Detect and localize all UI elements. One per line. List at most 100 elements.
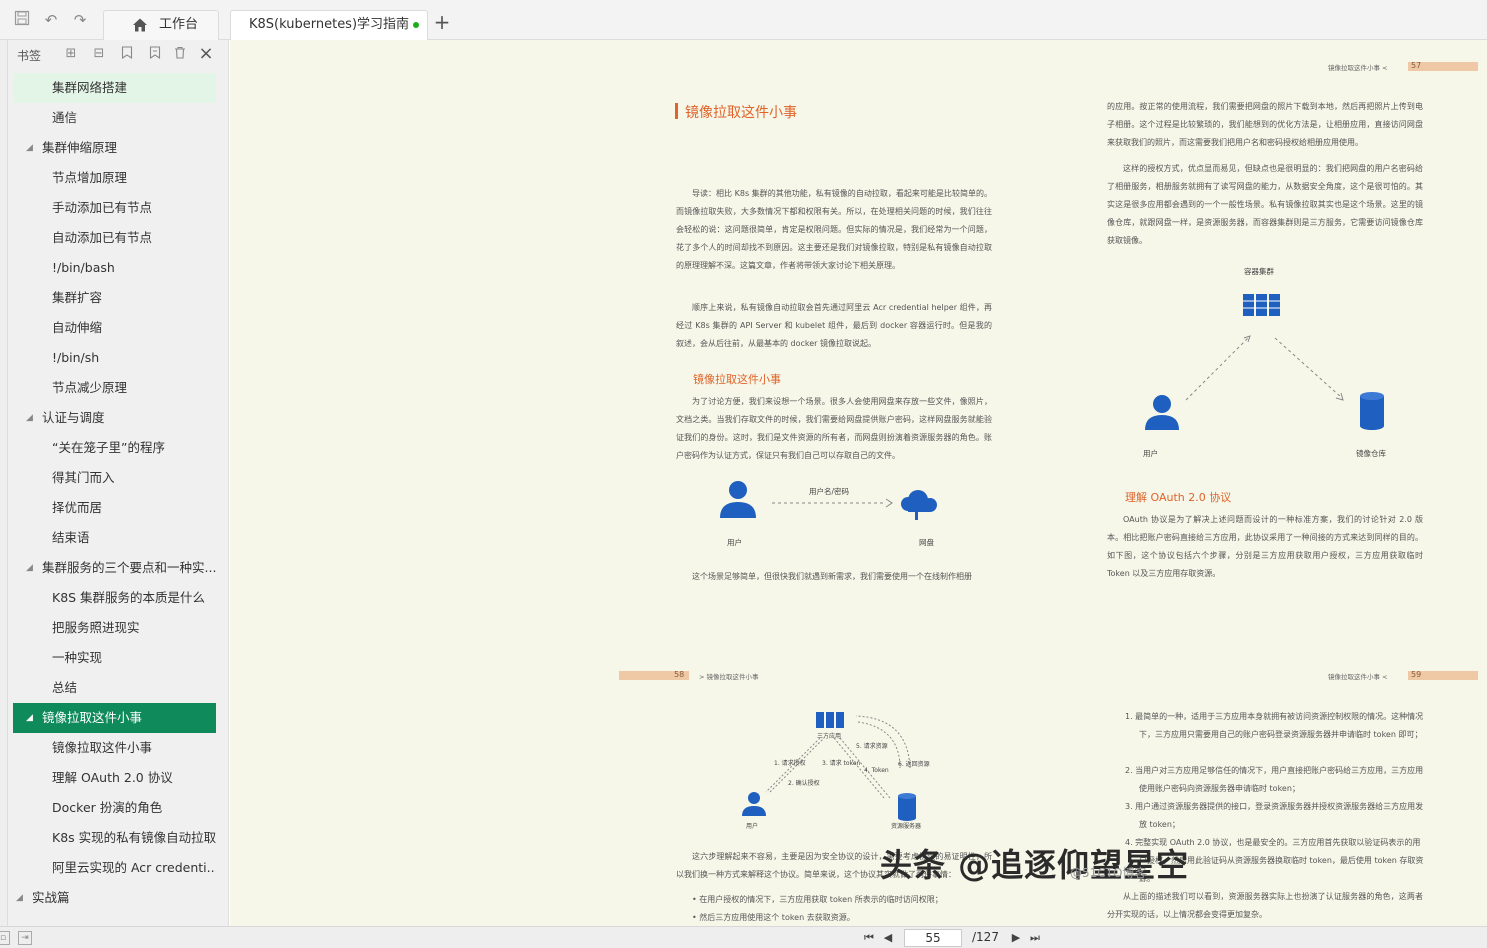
save-icon[interactable]: [12, 10, 32, 30]
sidebar-item[interactable]: 总结: [13, 673, 216, 703]
expand-triangle-icon[interactable]: ◢: [26, 403, 33, 433]
running-title-text: 镜像拉取这件小事: [706, 673, 759, 681]
sidebar-item[interactable]: Docker 扮演的角色: [13, 793, 216, 823]
sidebar-item[interactable]: 节点增加原理: [13, 163, 216, 193]
expand-triangle-icon[interactable]: ◢: [16, 883, 23, 913]
sidebar-item[interactable]: ◢ 集群服务的三个要点和一种实...: [13, 553, 216, 583]
sidebar-item[interactable]: !/bin/bash: [13, 253, 216, 283]
undo-icon[interactable]: ↶: [41, 10, 61, 30]
sidebar-item[interactable]: 节点减少原理: [13, 373, 216, 403]
sidebar-item[interactable]: 集群扩容: [13, 283, 216, 313]
section-title: 理解 OAuth 2.0 协议: [1125, 491, 1232, 504]
sidebar-item-label: 镜像拉取这件小事: [42, 710, 143, 725]
intro-paragraph: 顺序上来说，私有镜像自动拉取会首先通过阿里云 Acr credential he…: [676, 303, 992, 348]
page-number: 59: [1411, 670, 1422, 679]
body-paragraph: OAuth 协议是为了解决上述问题而设计的一种标准方案，我们的讨论针对 2.0 …: [1107, 515, 1423, 578]
body-paragraph: 这个场景足够简单，但很快我们就遇到新需求，我们需要使用一个在线制作相册: [692, 572, 972, 581]
sidebar-item[interactable]: !/bin/sh: [13, 343, 216, 373]
sidebar-item-label: 集群伸缩原理: [42, 140, 118, 155]
sidebar-title: 书签: [17, 49, 42, 63]
sidebar-item-label: 集群网络搭建: [52, 80, 128, 95]
sidebar-item[interactable]: 集群网络搭建: [13, 73, 216, 103]
sidebar-header: 书签 ⊞ ⊟ ×: [8, 40, 229, 70]
diagram-user-label: 用户: [1143, 449, 1158, 458]
sidebar-item[interactable]: 自动伸缩: [13, 313, 216, 343]
running-title-text: 镜像拉取这件小事: [1328, 673, 1380, 681]
first-page-icon[interactable]: ⏮: [862, 931, 876, 945]
sidebar-item[interactable]: ◢ 集群伸缩原理: [13, 133, 216, 163]
list-item: 2. 当用户对三方应用足够信任的情况下，用户直接把账户密码给三方应用，三方应用使…: [1125, 766, 1424, 793]
close-sidebar-icon[interactable]: ×: [198, 45, 214, 63]
sidebar-item[interactable]: 把服务照进现实: [13, 613, 216, 643]
collapse-all-icon[interactable]: ⊟: [91, 46, 107, 62]
last-page-icon[interactable]: ⏭: [1028, 931, 1042, 945]
document-view[interactable]: 镜像拉取这件小事 导读：相比 K8s 集群的其他功能，私有镜像的自动拉取，看起来…: [230, 40, 1487, 926]
page-number-input[interactable]: 55: [904, 929, 962, 947]
sidebar-item[interactable]: ◢ 实战篇: [13, 883, 216, 913]
sidebar-item-active[interactable]: ◢ 镜像拉取这件小事: [13, 703, 216, 733]
sidebar-item[interactable]: K8S 集群服务的本质是什么: [13, 583, 216, 613]
sidebar-item-label: 阿里云实现的 Acr credenti...: [52, 860, 216, 875]
expand-triangle-icon[interactable]: ◢: [26, 703, 33, 733]
expand-all-icon[interactable]: ⊞: [63, 46, 79, 62]
sidebar-item-label: 认证与调度: [42, 410, 105, 425]
unsaved-dot-icon: [413, 22, 419, 28]
sidebar-item[interactable]: 择优而居: [13, 493, 216, 523]
cloud-disk-icon: [901, 490, 937, 520]
top-toolbar: ↶ ↷ 工作台 K8S(kubernetes)学习指南 +: [0, 0, 1487, 40]
tab-document[interactable]: K8S(kubernetes)学习指南: [230, 10, 428, 40]
tab-workbench-label: 工作台: [159, 17, 199, 32]
database-icon: [898, 793, 916, 821]
sidebar-item[interactable]: 通信: [13, 103, 216, 133]
expand-triangle-icon[interactable]: ◢: [26, 553, 33, 583]
sidebar-item[interactable]: 阿里云实现的 Acr credenti...: [13, 853, 216, 883]
delete-icon[interactable]: [172, 46, 188, 62]
add-bookmark-icon[interactable]: [119, 46, 135, 62]
redo-icon[interactable]: ↷: [70, 10, 90, 30]
title-accent-bar: [675, 103, 678, 119]
expand-triangle-icon[interactable]: ◢: [26, 133, 33, 163]
sidebar-item-label: Docker 扮演的角色: [52, 800, 163, 815]
oauth-flow-diagram: [742, 712, 916, 821]
body-paragraph: 这样的授权方式，优点显而易见，但缺点也是很明显的：我们把网盘的用户名密码给了相册…: [1107, 164, 1423, 245]
diagram-step-label: 2. 确认授权: [788, 780, 820, 787]
diagram-step-label: 3. 请求 token: [822, 760, 861, 767]
diagram-user-label: 用户: [727, 538, 742, 547]
panel-toggle-icon[interactable]: ▫: [0, 931, 10, 945]
sidebar-item[interactable]: 一种实现: [13, 643, 216, 673]
status-bar: ▫ ⇥ ⏮ ◀ 55 /127 ▶ ⏭: [0, 926, 1487, 948]
sidebar-item[interactable]: ◢ 认证与调度: [13, 403, 216, 433]
sidebar-item-label: 把服务照进现实: [52, 620, 140, 635]
diagram-user-label: 用户: [746, 823, 759, 830]
diagram-step-label: 4. Token: [864, 767, 889, 774]
sidebar-item[interactable]: 镜像拉取这件小事: [13, 733, 216, 763]
sidebar-item-label: 得其门而入: [52, 470, 115, 485]
prev-page-icon[interactable]: ◀: [881, 931, 895, 945]
sidebar-item[interactable]: “关在笼子里”的程序: [13, 433, 216, 463]
bullet-item: • 在用户授权的情况下，三方应用获取 token 所表示的临时访问权限；: [692, 895, 943, 904]
list-item: 3. 用户通过资源服务器提供的接口，登录资源服务器并授权资源服务器给三方应用发放…: [1125, 802, 1424, 829]
tab-workbench[interactable]: 工作台: [103, 10, 219, 40]
new-tab-button[interactable]: +: [433, 12, 451, 32]
diagram-repo-label: 镜像仓库: [1356, 449, 1386, 458]
bookmark-icon[interactable]: [147, 46, 163, 62]
sidebar-item[interactable]: 手动添加已有节点: [13, 193, 216, 223]
sidebar-item[interactable]: 理解 OAuth 2.0 协议: [13, 763, 216, 793]
user-icon: [720, 481, 756, 518]
next-page-icon[interactable]: ▶: [1009, 931, 1023, 945]
diagram-res-label: 资源服务器: [891, 823, 922, 830]
page-number: 58: [674, 670, 685, 679]
user-icon: [742, 792, 766, 816]
running-title: 镜像拉取这件小事 <: [1328, 673, 1388, 681]
sidebar-item[interactable]: 结束语: [13, 523, 216, 553]
body-paragraph: 从上面的描述我们可以看到，资源服务器实际上也扮演了认证服务器的角色，这两者分开实…: [1107, 892, 1423, 919]
sidebar-item[interactable]: K8s 实现的私有镜像自动拉取: [13, 823, 216, 853]
sidebar-item[interactable]: 得其门而入: [13, 463, 216, 493]
running-title: 镜像拉取这件小事 <: [1328, 64, 1388, 72]
sidebar-item-label: 节点增加原理: [52, 170, 128, 185]
sidebar-item[interactable]: 自动添加已有节点: [13, 223, 216, 253]
sidebar-toggle-icon[interactable]: ⇥: [18, 931, 32, 945]
bullet-text: 然后三方应用使用这个 token 去获取资源。: [699, 913, 855, 922]
sidebar-item-label: 结束语: [52, 530, 90, 545]
user-disk-diagram: [720, 481, 937, 520]
